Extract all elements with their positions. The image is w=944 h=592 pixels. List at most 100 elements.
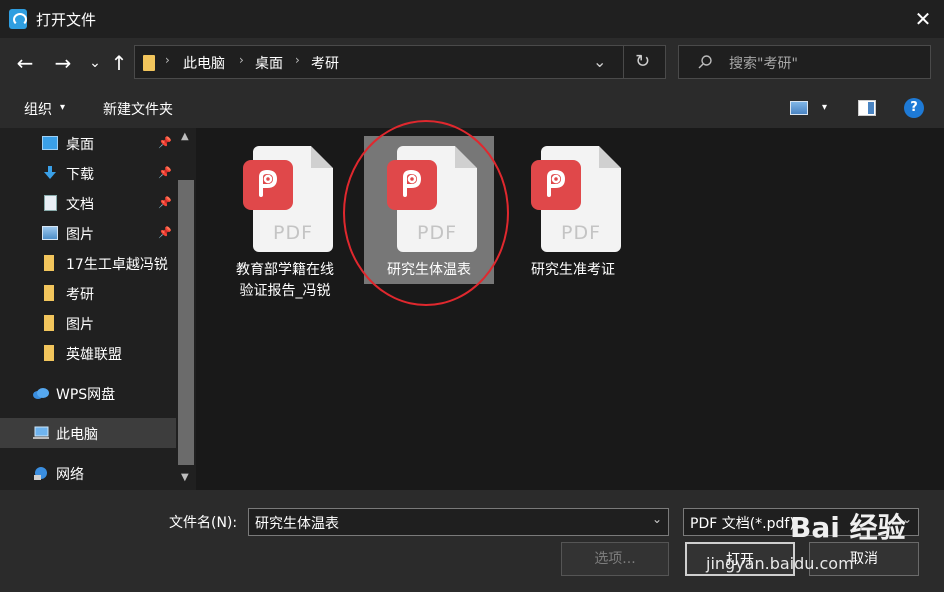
sidebar-item-folder-17shenggong[interactable]: 17生工卓越冯锐 <box>0 248 176 278</box>
back-button[interactable]: ← <box>12 50 38 76</box>
help-icon[interactable]: ? <box>904 98 924 118</box>
search-icon <box>698 55 712 69</box>
pdf-label: PDF <box>416 222 458 244</box>
desktop-icon <box>42 136 58 150</box>
preview-pane-icon[interactable] <box>858 100 876 116</box>
wps-pdf-badge-icon <box>243 160 293 210</box>
folder-icon <box>44 345 54 361</box>
divider <box>623 46 624 78</box>
file-name: 教育部学籍在线 验证报告_冯锐 <box>220 260 350 302</box>
network-icon <box>34 467 47 480</box>
refresh-icon[interactable]: ↻ <box>635 51 650 72</box>
organize-button[interactable]: 组织 <box>24 99 52 119</box>
sidebar-scrollbar[interactable]: ▲ ▼ <box>176 128 196 490</box>
dialog-footer: 文件名(N): 研究生体温表 ⌄ PDF 文档(*.pdf) ⌄ 选项... 打… <box>0 490 944 592</box>
chevron-down-icon[interactable]: ⌄ <box>593 52 606 71</box>
sidebar-item-documents[interactable]: 文档 📌 <box>0 188 176 218</box>
sidebar-item-label: WPS网盘 <box>56 387 116 403</box>
app-icon <box>9 9 27 29</box>
close-button[interactable]: ✕ <box>908 4 938 34</box>
sidebar-item-label: 图片 <box>66 227 94 243</box>
options-button[interactable]: 选项... <box>561 542 669 576</box>
pin-icon: 📌 <box>158 166 172 179</box>
up-button[interactable]: ↑ <box>106 50 132 76</box>
pin-icon: 📌 <box>158 196 172 209</box>
wps-pdf-badge-icon <box>387 160 437 210</box>
sidebar-item-pictures[interactable]: 图片 📌 <box>0 218 176 248</box>
title-bar: 打开文件 ✕ <box>0 0 944 38</box>
forward-button[interactable]: → <box>50 50 76 76</box>
command-toolbar: 组织 ▾ 新建文件夹 ▾ ? <box>0 88 944 128</box>
breadcrumb-this-pc[interactable]: 此电脑 <box>183 53 225 73</box>
file-name-line: 研究生体温表 <box>387 262 471 278</box>
pdf-label: PDF <box>272 222 314 244</box>
pdf-file-icon: PDF <box>387 146 477 252</box>
chevron-right-icon: › <box>239 53 244 67</box>
sidebar-item-folder-kaoyan[interactable]: 考研 <box>0 278 176 308</box>
cloud-icon <box>33 388 49 399</box>
sidebar-item-network[interactable]: 网络 <box>0 458 176 488</box>
folder-icon <box>143 55 155 71</box>
file-name: 研究生体温表 <box>364 260 494 281</box>
file-name-line: 验证报告_冯锐 <box>239 283 331 299</box>
file-item-tiwen-table[interactable]: PDF 研究生体温表 <box>364 136 494 284</box>
sidebar-item-desktop[interactable]: 桌面 📌 <box>0 128 176 158</box>
sidebar-item-folder-lol[interactable]: 英雄联盟 <box>0 338 176 368</box>
navigation-bar: ← → ⌄ ↑ › 此电脑 › 桌面 › 考研 ⌄ ↻ 搜索"考研" <box>0 38 944 88</box>
chevron-down-icon[interactable]: ⌄ <box>902 512 912 526</box>
open-button[interactable]: 打开 <box>685 542 795 576</box>
search-box[interactable]: 搜索"考研" <box>678 45 931 79</box>
cancel-button[interactable]: 取消 <box>809 542 919 576</box>
view-mode-icon[interactable] <box>790 101 808 115</box>
breadcrumb-desktop[interactable]: 桌面 <box>255 53 283 73</box>
pdf-file-icon: PDF <box>243 146 333 252</box>
folder-icon <box>44 255 54 271</box>
caret-down-icon: ▾ <box>60 102 66 113</box>
sidebar-item-folder-pictures[interactable]: 图片 <box>0 308 176 338</box>
file-name-line: 教育部学籍在线 <box>236 262 334 278</box>
window-title: 打开文件 <box>36 11 97 29</box>
sidebar-item-wps-cloud[interactable]: WPS网盘 <box>0 378 176 408</box>
sidebar-item-label: 英雄联盟 <box>66 347 122 363</box>
breadcrumb-kaoyan[interactable]: 考研 <box>311 53 339 73</box>
computer-icon <box>33 426 49 439</box>
sidebar-item-downloads[interactable]: 下载 📌 <box>0 158 176 188</box>
sidebar-item-label: 网络 <box>56 467 84 483</box>
folder-icon <box>44 315 54 331</box>
file-name: 研究生准考证 <box>508 260 638 281</box>
new-folder-button[interactable]: 新建文件夹 <box>103 99 173 119</box>
sidebar-item-label: 考研 <box>66 287 94 303</box>
view-options-caret-icon[interactable]: ▾ <box>822 102 827 113</box>
document-icon <box>44 195 57 211</box>
recent-locations-button[interactable]: ⌄ <box>82 50 108 76</box>
navigation-pane: 桌面 📌 下载 📌 文档 📌 图片 📌 17生工卓越冯锐 考研 图片 英雄联盟 <box>0 128 176 490</box>
download-icon <box>44 166 56 179</box>
address-bar[interactable]: › 此电脑 › 桌面 › 考研 ⌄ ↻ <box>134 45 666 79</box>
pin-icon: 📌 <box>158 136 172 149</box>
filename-input[interactable]: 研究生体温表 <box>248 508 669 536</box>
sidebar-item-label: 此电脑 <box>56 427 98 443</box>
filetype-select[interactable]: PDF 文档(*.pdf) <box>683 508 919 536</box>
sidebar-item-label: 下载 <box>66 167 94 183</box>
scroll-thumb[interactable] <box>178 180 194 465</box>
file-name-line: 研究生准考证 <box>531 262 615 278</box>
file-item-xueji-report[interactable]: PDF 教育部学籍在线 验证报告_冯锐 <box>220 136 350 299</box>
chevron-right-icon: › <box>165 53 170 67</box>
sidebar-item-this-pc[interactable]: 此电脑 <box>0 418 176 448</box>
folder-icon <box>44 285 54 301</box>
filename-label: 文件名(N): <box>169 515 238 531</box>
scroll-down-icon[interactable]: ▼ <box>181 472 189 483</box>
pdf-file-icon: PDF <box>531 146 621 252</box>
sidebar-item-label: 17生工卓越冯锐 <box>66 257 168 273</box>
scroll-up-icon[interactable]: ▲ <box>181 131 189 142</box>
chevron-right-icon: › <box>295 53 300 67</box>
sidebar-item-label: 文档 <box>66 197 94 213</box>
chevron-down-icon[interactable]: ⌄ <box>652 512 662 526</box>
pictures-icon <box>42 226 58 240</box>
search-input[interactable]: 搜索"考研" <box>729 53 798 73</box>
file-list: PDF 教育部学籍在线 验证报告_冯锐 PDF 研究生体温表 PDF 研究生准考… <box>196 128 944 490</box>
sidebar-item-label: 桌面 <box>66 137 94 153</box>
wps-pdf-badge-icon <box>531 160 581 210</box>
file-item-zhunkaozheng[interactable]: PDF 研究生准考证 <box>508 136 638 284</box>
pdf-label: PDF <box>560 222 602 244</box>
